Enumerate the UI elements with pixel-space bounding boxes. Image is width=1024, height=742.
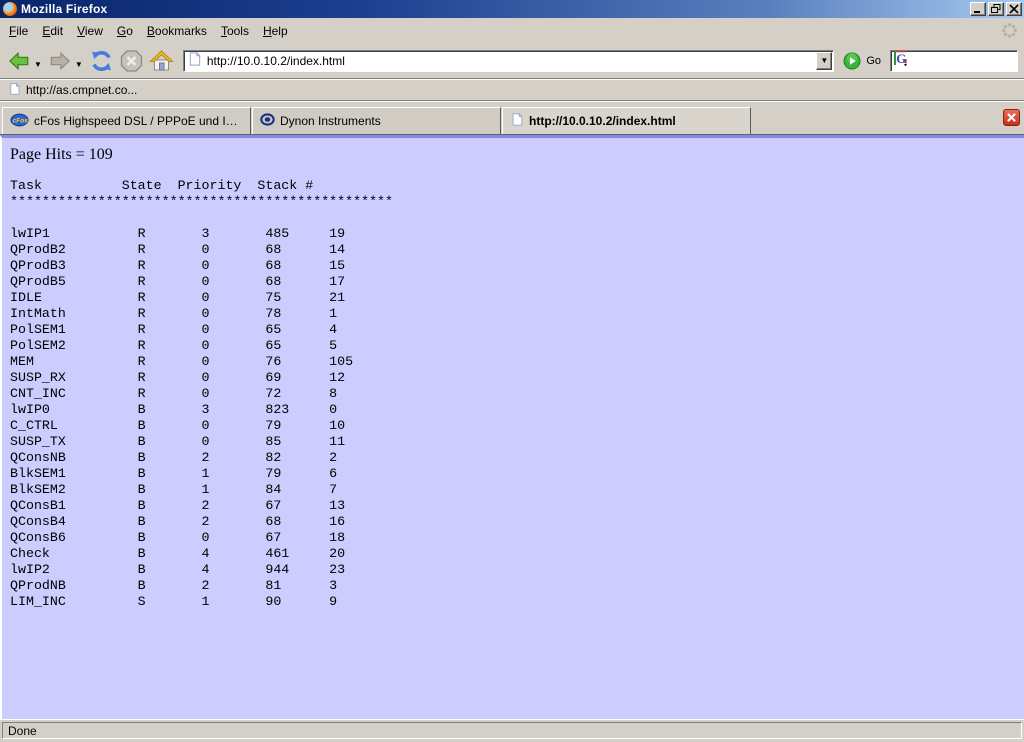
throbber-icon [1001, 22, 1018, 42]
svg-text:G: G [896, 51, 906, 66]
bookmark-item[interactable]: http://as.cmpnet.co... [26, 83, 137, 97]
page-hits-text: Page Hits = 109 [10, 146, 1024, 164]
go-button[interactable]: Go [843, 52, 881, 70]
page-icon [187, 51, 202, 72]
tab-dynon[interactable]: Dynon Instruments [252, 107, 501, 134]
reload-icon [89, 49, 114, 73]
go-label: Go [866, 55, 881, 67]
url-input[interactable] [202, 54, 816, 68]
page-content: Page Hits = 109 Task State Priority Stac… [0, 135, 1024, 719]
forward-dropdown-icon[interactable]: ▼ [75, 60, 83, 69]
stop-button[interactable] [117, 47, 146, 75]
restore-button[interactable] [988, 2, 1004, 16]
close-tab-icon [1007, 113, 1016, 122]
tab-strip: cFos cFos Highspeed DSL / PPPoE und ISDN… [0, 101, 1024, 135]
bookmarks-toolbar: http://as.cmpnet.co... [0, 79, 1024, 101]
title-bar: Mozilla Firefox [0, 0, 1024, 18]
firefox-icon [3, 2, 17, 16]
menu-help[interactable]: Help [256, 21, 295, 41]
menu-go[interactable]: Go [110, 21, 140, 41]
cfos-icon: cFos [10, 113, 29, 130]
close-icon [1009, 4, 1019, 14]
back-button[interactable] [5, 48, 33, 74]
tab-active-index[interactable]: http://10.0.10.2/index.html [502, 107, 751, 134]
forward-icon [48, 50, 72, 72]
back-icon [7, 50, 31, 72]
forward-button[interactable] [46, 48, 74, 74]
stop-icon [119, 49, 144, 73]
home-button[interactable] [147, 47, 176, 75]
task-table: Task State Priority Stack # ************… [10, 178, 1024, 610]
tab-label: cFos Highspeed DSL / PPPoE und ISDN CAP.… [34, 114, 243, 128]
close-tab-button[interactable] [1003, 109, 1020, 126]
svg-text:cFos: cFos [12, 117, 28, 124]
search-bar: G [890, 50, 1018, 72]
go-icon [843, 52, 861, 70]
google-icon: G [893, 50, 910, 72]
url-dropdown-button[interactable]: ▼ [816, 52, 832, 70]
status-text: Done [2, 722, 1022, 739]
reload-button[interactable] [87, 47, 116, 75]
window-title: Mozilla Firefox [21, 2, 107, 16]
menu-file[interactable]: File [2, 21, 35, 41]
menu-bookmarks[interactable]: Bookmarks [140, 21, 214, 41]
search-input[interactable] [910, 54, 990, 68]
bookmark-page-icon [8, 82, 21, 99]
navigation-toolbar: ▼ ▼ [0, 44, 1024, 79]
minimize-button[interactable] [970, 2, 986, 16]
tab-label: Dynon Instruments [280, 114, 381, 128]
page-icon [510, 112, 524, 130]
browser-window: Mozilla Firefox File Edit View Go Bookma… [0, 0, 1024, 742]
menu-view[interactable]: View [70, 21, 110, 41]
tab-label: http://10.0.10.2/index.html [529, 114, 676, 128]
window-controls [970, 2, 1024, 16]
status-bar: Done [0, 719, 1024, 742]
restore-icon [991, 4, 1001, 14]
home-icon [149, 49, 174, 73]
tab-cfos[interactable]: cFos cFos Highspeed DSL / PPPoE und ISDN… [2, 107, 251, 134]
minimize-icon [973, 4, 983, 14]
url-bar: ▼ [183, 50, 834, 72]
menu-tools[interactable]: Tools [214, 21, 256, 41]
close-button[interactable] [1006, 2, 1022, 16]
menu-edit[interactable]: Edit [35, 21, 70, 41]
back-dropdown-icon[interactable]: ▼ [34, 60, 42, 69]
menu-bar: File Edit View Go Bookmarks Tools Help [0, 18, 1024, 44]
dynon-icon [260, 112, 275, 130]
